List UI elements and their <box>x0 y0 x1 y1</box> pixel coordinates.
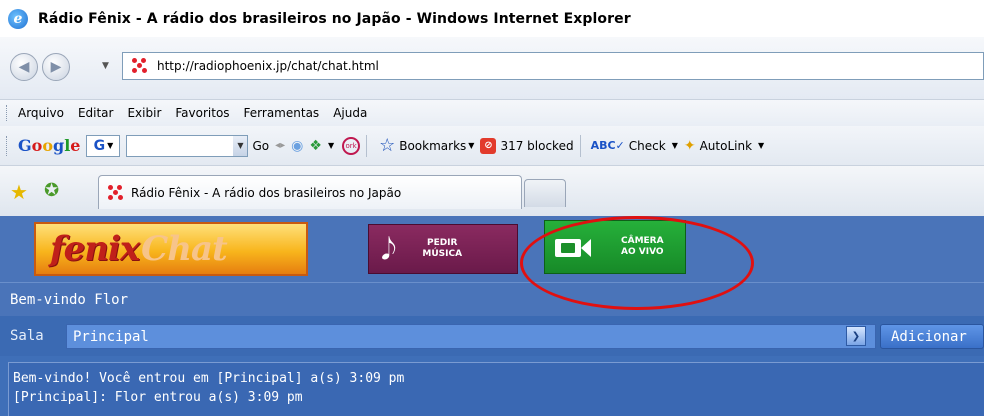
toolbar-separator <box>579 134 581 157</box>
live-camera-label: CÂMERA AO VIVO <box>621 236 664 257</box>
address-bar[interactable]: http://radiophoenix.jp/chat/chat.html <box>122 52 984 80</box>
welcome-text: Bem-vindo Flor <box>10 291 129 308</box>
pagerank-icon[interactable]: ◉ <box>291 138 303 154</box>
address-toolbar: ◀ ▶ ▼ http://radiophoenix.jp/chat/chat.h… <box>0 37 984 100</box>
ie-logo-icon: e <box>8 8 28 29</box>
room-bar: Sala Principal ❯ Adicionar <box>0 316 984 356</box>
menu-exibir[interactable]: Exibir <box>127 106 161 120</box>
orkut-icon[interactable]: ork <box>342 136 361 155</box>
site-favicon-icon <box>131 57 149 75</box>
forward-arrow-icon: ▶ <box>50 59 62 75</box>
room-select[interactable]: Principal <box>66 324 876 349</box>
puzzle-icon[interactable]: ❖ <box>309 138 322 154</box>
dropdown-arrow-icon[interactable]: ▼ <box>468 141 474 150</box>
welcome-bar: Bem-vindo Flor <box>0 282 984 316</box>
menu-ferramentas[interactable]: Ferramentas <box>244 106 320 120</box>
bookmarks-button[interactable]: Bookmarks <box>399 139 466 153</box>
autolink-wand-icon[interactable]: ✦ <box>684 138 696 154</box>
autolink-button[interactable]: AutoLink <box>700 139 752 153</box>
popup-blocked-button[interactable]: 317 blocked <box>500 139 573 153</box>
fenix-chat-logo[interactable]: fenix Chat <box>34 222 308 276</box>
forward-button[interactable]: ▶ <box>42 53 70 81</box>
add-favorites-icon[interactable]: ✪ <box>44 180 59 201</box>
google-logo[interactable]: Google <box>18 136 80 155</box>
back-arrow-icon: ◀ <box>18 59 30 75</box>
recent-pages-dropdown[interactable]: ▼ <box>102 61 109 71</box>
new-tab-button[interactable] <box>524 179 566 207</box>
room-select-value: Principal <box>73 328 149 345</box>
google-g-button[interactable]: G ▼ <box>86 134 121 157</box>
toolbar-separator <box>366 134 368 157</box>
window-titlebar: e Rádio Fênix - A rádio dos brasileiros … <box>0 0 984 37</box>
toolbar-grip[interactable] <box>6 136 9 156</box>
live-camera-button[interactable]: CÂMERA AO VIVO <box>544 220 686 274</box>
menu-favoritos[interactable]: Favoritos <box>175 106 229 120</box>
video-camera-icon <box>555 235 591 259</box>
back-button[interactable]: ◀ <box>10 53 38 81</box>
popup-blocker-icon[interactable]: ⊘ <box>480 137 497 154</box>
dropdown-arrow-icon[interactable]: ▼ <box>672 141 678 150</box>
toolbar-grip[interactable] <box>6 105 9 121</box>
chat-message: Bem-vindo! Você entrou em [Principal] a(… <box>13 371 405 386</box>
google-toolbar: Google G ▼ ▼ Go ◂▸ ◉ ❖ ▼ ork ☆ Bookmarks … <box>0 126 984 166</box>
chat-message: [Principal]: Flor entrou a(s) 3:09 pm <box>13 390 303 405</box>
url-text[interactable]: http://radiophoenix.jp/chat/chat.html <box>157 59 379 73</box>
add-room-label: Adicionar <box>891 328 967 345</box>
toolbar-arrows-icon[interactable]: ◂▸ <box>275 140 285 151</box>
tab-radio-fenix[interactable]: Rádio Fênix - A rádio dos brasileiros no… <box>98 175 522 209</box>
menu-editar[interactable]: Editar <box>78 106 114 120</box>
spellcheck-icon[interactable]: ABC✓ <box>591 139 625 152</box>
chat-messages[interactable]: Bem-vindo! Você entrou em [Principal] a(… <box>8 362 984 416</box>
chevron-down-icon[interactable]: ❯ <box>846 326 866 346</box>
menu-bar: Arquivo Editar Exibir Favoritos Ferramen… <box>0 100 984 126</box>
logo-fenix-text: fenix <box>50 229 140 269</box>
dropdown-arrow-icon[interactable]: ▼ <box>328 141 334 150</box>
room-label: Sala <box>10 328 44 344</box>
dropdown-arrow-icon[interactable]: ▼ <box>758 141 764 150</box>
favorites-center-icon[interactable]: ★ <box>10 180 28 204</box>
tab-title: Rádio Fênix - A rádio dos brasileiros no… <box>131 185 402 200</box>
spellcheck-button[interactable]: Check <box>629 139 666 153</box>
tabs-row: ★ ✪ Rádio Fênix - A rádio dos brasileiro… <box>0 166 984 216</box>
window-title: Rádio Fênix - A rádio dos brasileiros no… <box>38 10 631 27</box>
page-content: fenix Chat 𝅘𝅥𝅮 PEDIR MÚSICA CÂMERA AO VIVO… <box>0 216 984 416</box>
search-dropdown-icon[interactable]: ▼ <box>233 135 248 156</box>
request-song-label: PEDIR MÚSICA <box>422 238 463 259</box>
menu-ajuda[interactable]: Ajuda <box>333 106 367 120</box>
add-room-button[interactable]: Adicionar <box>880 324 984 349</box>
site-favicon-icon <box>107 184 125 202</box>
go-button[interactable]: Go <box>252 139 269 153</box>
logo-chat-text: Chat <box>141 229 228 269</box>
music-note-icon: 𝅘𝅥𝅮 <box>381 231 397 267</box>
bookmarks-star-icon[interactable]: ☆ <box>379 135 395 156</box>
chat-banner: fenix Chat 𝅘𝅥𝅮 PEDIR MÚSICA CÂMERA AO VIVO <box>0 216 984 282</box>
menu-arquivo[interactable]: Arquivo <box>18 106 64 120</box>
request-song-button[interactable]: 𝅘𝅥𝅮 PEDIR MÚSICA <box>368 224 518 274</box>
google-search-input[interactable]: ▼ <box>126 134 249 157</box>
